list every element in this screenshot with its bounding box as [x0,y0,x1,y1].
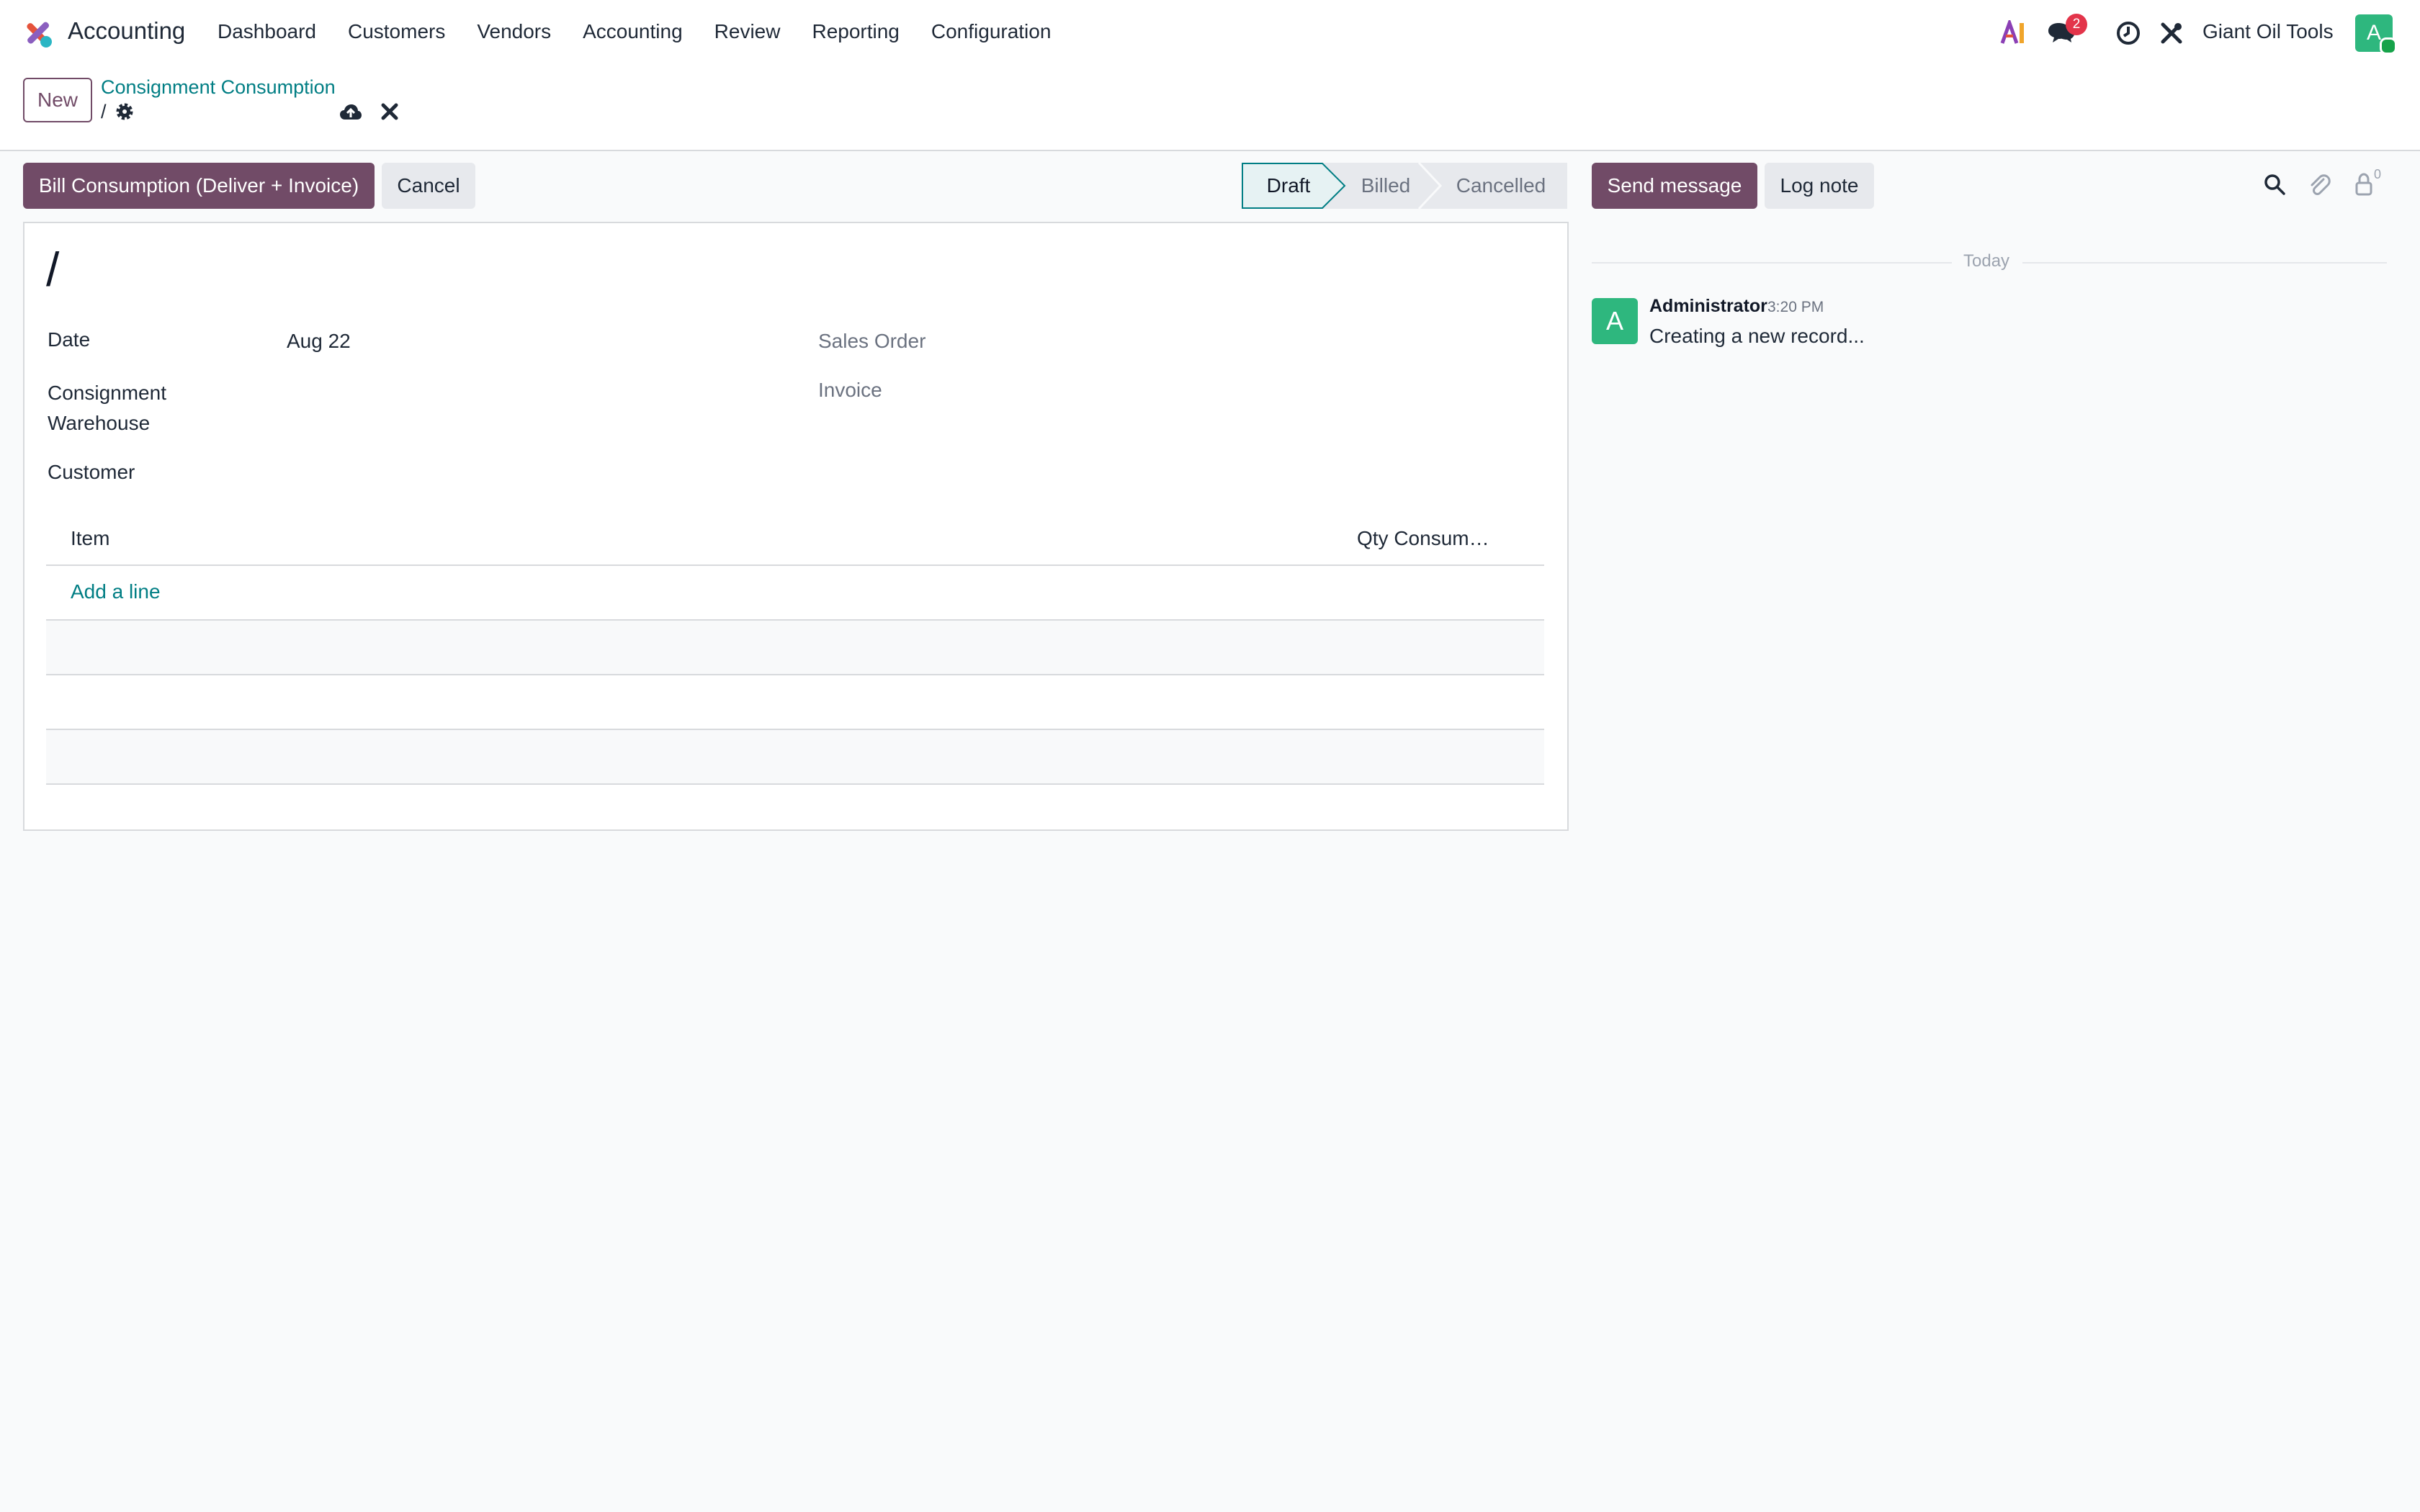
menu-reporting[interactable]: Reporting [812,20,899,43]
sales-order-label: Sales Order [818,330,926,352]
date-label: Date [48,328,91,351]
menu-vendors[interactable]: Vendors [477,20,551,43]
gear-icon[interactable] [114,101,135,122]
breadcrumb-current: / [101,101,107,122]
table-row [46,730,1544,783]
message-time: 3:20 PM [1767,299,1824,315]
date-separator: Today [1963,251,2010,271]
customer-field[interactable] [287,457,791,487]
app-logo-icon[interactable] [22,17,53,49]
tools-icon[interactable] [2157,19,2186,48]
message-author[interactable]: Administrator [1649,296,1767,317]
menu-accounting[interactable]: Accounting [583,20,683,43]
send-message-button[interactable]: Send message [1592,163,1757,209]
table-row-divider [46,674,1544,675]
message-avatar[interactable]: A [1592,298,1638,344]
ai-icon[interactable] [1999,19,2028,48]
app-name[interactable]: Accounting [68,17,185,45]
online-status-dot [2380,37,2397,55]
message-body: Creating a new record... [1649,325,1865,347]
cancel-button[interactable]: Cancel [382,163,475,209]
stage-billed[interactable]: Billed [1347,163,1425,209]
table-header-divider [46,564,1544,566]
follower-count: 0 [2374,167,2382,181]
messages-badge: 2 [2066,14,2087,35]
new-button[interactable]: New [23,78,92,122]
top-navbar: Accounting Dashboard Customers Vendors A… [0,0,2420,66]
menu-dashboard[interactable]: Dashboard [218,20,316,43]
search-icon[interactable] [2260,170,2289,199]
customer-label: Customer [48,461,135,483]
discard-icon[interactable] [380,102,399,121]
warehouse-label-line2: Warehouse [48,412,151,434]
date-field[interactable]: Aug 22 [287,330,351,353]
column-header-qty[interactable]: Qty Consum… [1357,527,1489,550]
menu-configuration[interactable]: Configuration [931,20,1052,43]
warehouse-field[interactable] [287,378,791,438]
main-menu: Dashboard Customers Vendors Accounting R… [218,20,1083,43]
menu-customers[interactable]: Customers [348,20,445,43]
column-header-item[interactable]: Item [71,527,109,550]
add-line-link[interactable]: Add a line [71,580,161,603]
clock-icon[interactable] [2114,19,2143,48]
control-panel: New Consignment Consumption / [0,66,2420,151]
paperclip-icon[interactable] [2305,170,2334,199]
invoice-label: Invoice [818,379,882,401]
log-note-button[interactable]: Log note [1765,163,1874,209]
menu-review[interactable]: Review [714,20,781,43]
warehouse-label-line1: Consignment [48,382,166,404]
table-row [46,621,1544,674]
date-separator-line [2022,262,2387,264]
date-separator-line [1592,262,1952,264]
stage-cancelled[interactable]: Cancelled [1440,163,1561,209]
stage-draft[interactable]: Draft [1242,163,1335,209]
cloud-upload-icon[interactable] [339,101,363,122]
bill-consumption-button[interactable]: Bill Consumption (Deliver + Invoice) [23,163,375,209]
company-switcher[interactable]: Giant Oil Tools [2202,20,2334,43]
breadcrumb-parent[interactable]: Consignment Consumption [101,76,336,99]
table-row-divider [46,783,1544,785]
status-bar: Draft Billed Cancelled [1242,163,1567,209]
record-name[interactable]: / [46,242,59,297]
